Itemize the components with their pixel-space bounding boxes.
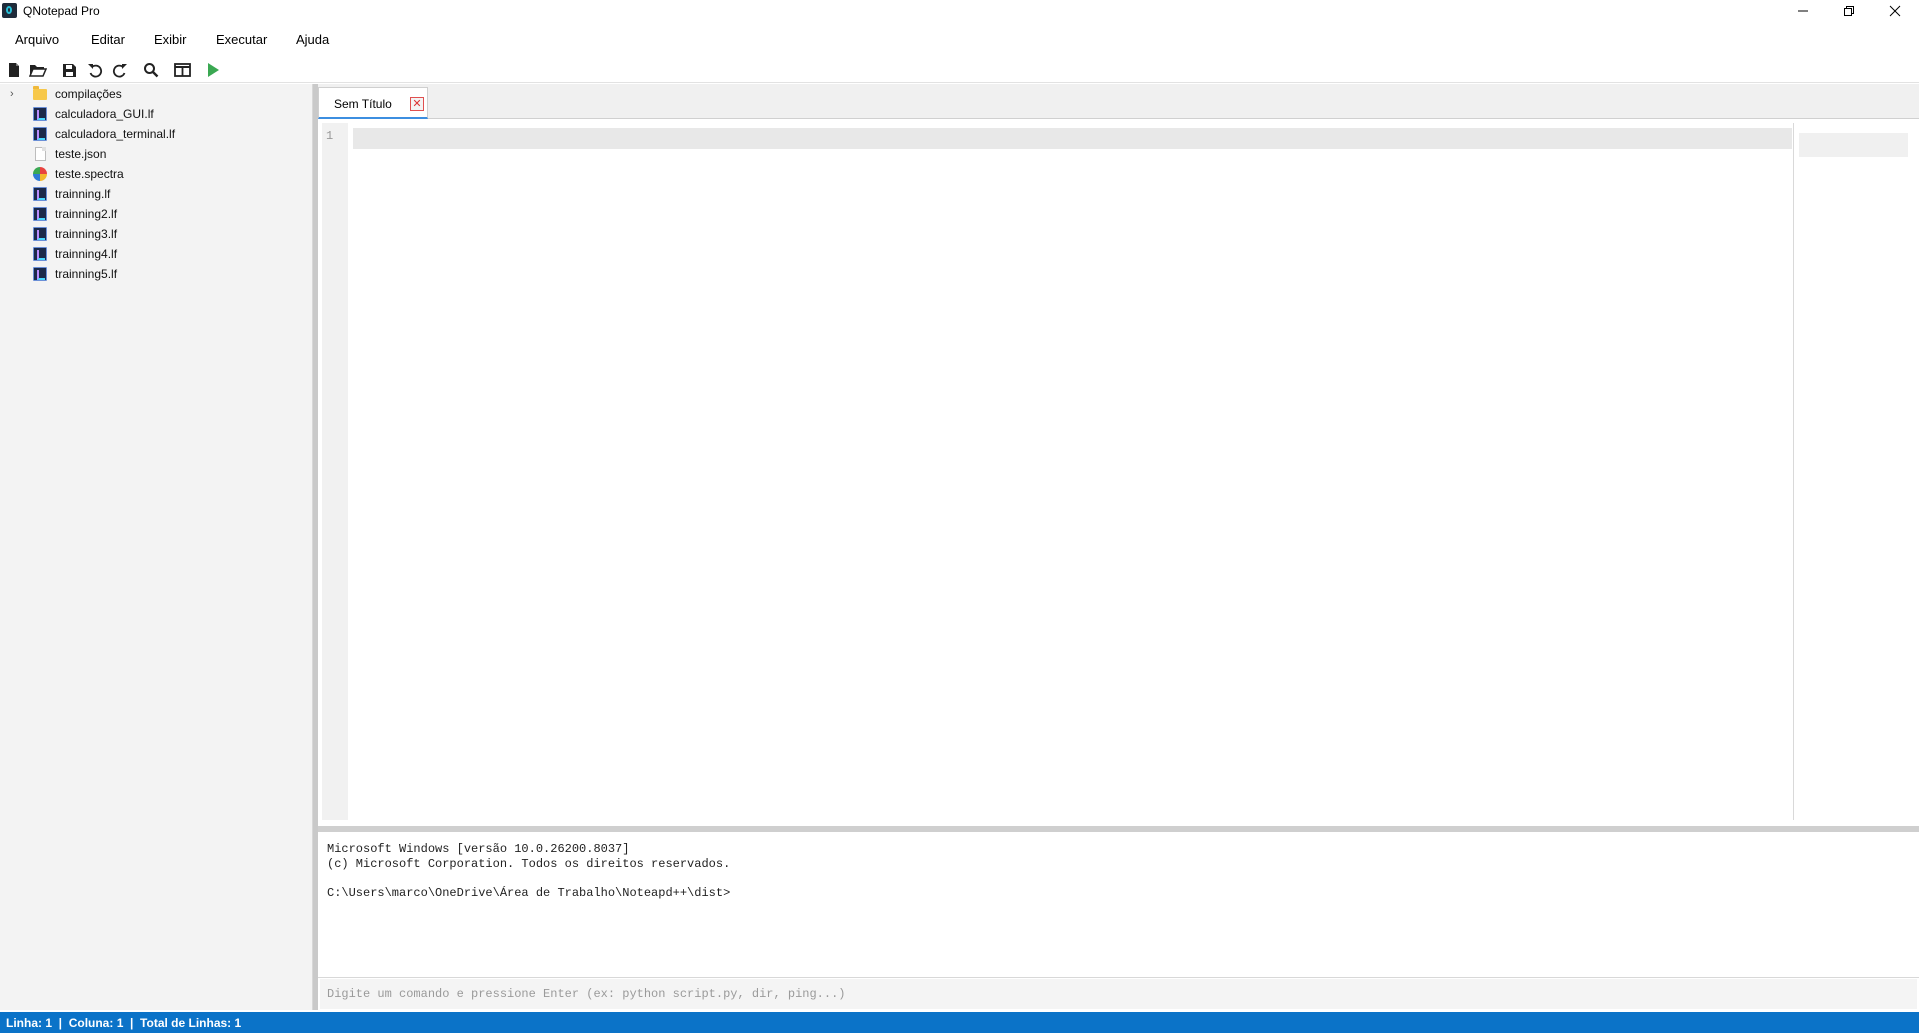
app-logo-icon [2, 3, 17, 18]
minimap[interactable] [1799, 133, 1908, 157]
tab-sem-titulo[interactable]: Sem Título ✕ [318, 87, 428, 119]
open-folder-button[interactable] [27, 59, 49, 81]
menu-executar[interactable]: Executar [216, 26, 267, 54]
minimap-divider [1793, 123, 1794, 820]
terminal-divider [318, 977, 1919, 978]
tree-item-label: trainning3.lf [55, 227, 118, 241]
tree-folder-compilacoes[interactable]: › compilações [0, 84, 313, 104]
terminal-command-input[interactable] [320, 979, 1917, 1009]
minimize-button[interactable] [1780, 0, 1826, 22]
json-file-icon [35, 147, 46, 161]
tree-file[interactable]: trainning5.lf [0, 264, 313, 284]
search-icon [144, 63, 159, 78]
lf-file-icon [33, 187, 47, 201]
tree-file[interactable]: trainning3.lf [0, 224, 313, 244]
run-icon [208, 63, 219, 77]
undo-button[interactable] [84, 59, 106, 81]
save-icon [62, 63, 76, 77]
tab-bar: Sem Título ✕ [318, 84, 1919, 119]
tree-item-label: calculadora_terminal.lf [55, 127, 176, 141]
lf-file-icon [33, 127, 47, 141]
menu-ajuda[interactable]: Ajuda [296, 26, 329, 54]
lf-file-icon [33, 267, 47, 281]
run-button[interactable] [202, 59, 224, 81]
minimize-icon [1798, 10, 1808, 12]
tree-file[interactable]: teste.spectra [0, 164, 313, 184]
tree-item-label: trainning.lf [55, 187, 111, 201]
search-button[interactable] [140, 59, 162, 81]
spectra-file-icon [33, 167, 47, 181]
editor-pane [318, 84, 1919, 826]
lf-file-icon [33, 207, 47, 221]
menu-exibir[interactable]: Exibir [154, 26, 187, 54]
terminal-line: (c) Microsoft Corporation. Todos os dire… [327, 857, 731, 871]
toolbar [0, 56, 1919, 83]
lf-file-icon [33, 227, 47, 241]
tree-item-label: compilações [55, 87, 122, 101]
status-text: Linha: 1 | Coluna: 1 | Total de Linhas: … [6, 1016, 242, 1030]
tree-file[interactable]: teste.json [0, 144, 313, 164]
tree-file[interactable]: calculadora_GUI.lf [0, 104, 313, 124]
status-bar: Linha: 1 | Coluna: 1 | Total de Linhas: … [0, 1012, 1919, 1033]
restore-icon [1844, 6, 1854, 16]
tree-file[interactable]: trainning4.lf [0, 244, 313, 264]
window-title: QNotepad Pro [23, 4, 100, 18]
tree-item-label: teste.spectra [55, 167, 124, 181]
chevron-right-icon[interactable]: › [10, 88, 14, 100]
tree-file[interactable]: trainning.lf [0, 184, 313, 204]
title-bar: QNotepad Pro [0, 0, 1919, 22]
tree-item-label: calculadora_GUI.lf [55, 107, 154, 121]
terminal-line: Microsoft Windows [versão 10.0.26200.803… [327, 842, 630, 856]
split-view-button[interactable] [171, 59, 193, 81]
folder-icon [33, 86, 47, 100]
tree-item-label: trainning2.lf [55, 207, 118, 221]
redo-icon [112, 64, 127, 78]
tab-label: Sem Título [334, 97, 392, 111]
menu-arquivo[interactable]: Arquivo [15, 26, 59, 54]
restore-button[interactable] [1826, 0, 1872, 22]
code-editor-current-line[interactable] [353, 128, 1792, 149]
tree-item-label: trainning5.lf [55, 267, 118, 281]
open-folder-icon [29, 65, 47, 77]
split-view-icon [173, 63, 191, 77]
menu-editar[interactable]: Editar [91, 26, 125, 54]
file-explorer-sidebar: › compilações calculadora_GUI.lf calcula… [0, 84, 313, 1010]
tree-item-label: trainning4.lf [55, 247, 118, 261]
undo-icon [88, 64, 103, 78]
tree-file[interactable]: calculadora_terminal.lf [0, 124, 313, 144]
close-window-button[interactable] [1872, 0, 1918, 22]
line-number: 1 [326, 129, 334, 143]
close-icon [1889, 5, 1901, 17]
tree-item-label: teste.json [55, 147, 107, 161]
redo-button[interactable] [109, 59, 131, 81]
close-icon[interactable]: ✕ [410, 97, 424, 111]
lf-file-icon [33, 107, 47, 121]
new-file-button[interactable] [3, 59, 25, 81]
line-number-gutter [322, 123, 348, 820]
tree-file[interactable]: trainning2.lf [0, 204, 313, 224]
lf-file-icon [33, 247, 47, 261]
new-file-icon [9, 63, 19, 77]
terminal-prompt: C:\Users\marco\OneDrive\Área de Trabalho… [327, 886, 731, 900]
save-button[interactable] [58, 59, 80, 81]
